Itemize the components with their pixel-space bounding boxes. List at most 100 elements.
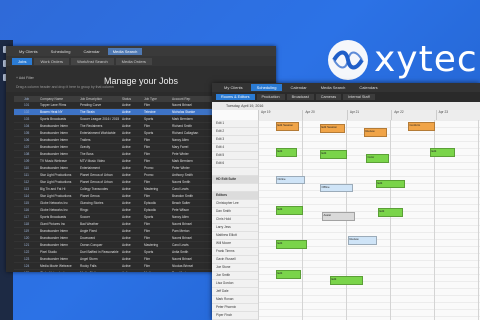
menu-item[interactable]: Calendars — [353, 84, 383, 91]
resource-row[interactable]: Christopher Lee — [212, 200, 258, 208]
menu-item[interactable]: Scheduling — [46, 48, 76, 55]
resource-tab[interactable]: Broadcast — [286, 94, 314, 100]
table-cell: Carol Lewis — [172, 187, 189, 191]
schedule-event[interactable]: Assist — [322, 212, 355, 221]
resource-row[interactable]: Gavin Russell — [212, 256, 258, 264]
resource-row[interactable]: Jon Smith — [212, 272, 258, 280]
table-cell: Film — [144, 257, 151, 261]
menu-item[interactable]: Calendar — [78, 48, 104, 55]
table-cell: 124 — [24, 264, 30, 268]
resource-tab[interactable]: Cameras — [315, 94, 342, 100]
table-cell: Film — [144, 103, 151, 107]
resource-tab[interactable]: Internal Staff — [343, 94, 375, 100]
table-cell: Active — [122, 257, 131, 261]
column-header[interactable]: Job Type — [144, 97, 172, 101]
top-menu: My Clients Scheduling Calendar Media Search… — [212, 83, 480, 92]
resource-row[interactable]: Will Moore — [212, 240, 258, 248]
resource-row[interactable]: Edit 6 — [212, 160, 258, 168]
column-header[interactable]: Company Name — [40, 97, 80, 101]
schedule-event[interactable]: Review — [364, 128, 387, 137]
table-cell: Peter Winter — [172, 166, 190, 170]
resource-row[interactable]: Larry Jess — [212, 224, 258, 232]
resource-row[interactable]: Dan Smith — [212, 208, 258, 216]
resource-row[interactable]: HD Edit Suite — [212, 176, 258, 184]
schedule-event[interactable]: Edit Session — [276, 122, 299, 131]
table-cell: Film — [144, 236, 151, 240]
table-cell: 113 — [24, 187, 30, 191]
schedule-grid[interactable]: Edit Session Edit Session Review Conform Edi… — [258, 120, 480, 320]
table-cell: Sports — [144, 250, 154, 254]
schedule-event[interactable]: Edit — [330, 276, 363, 285]
resource-row[interactable]: Edit 5 — [212, 152, 258, 160]
schedule-event[interactable]: Edit — [276, 270, 301, 279]
menu-item[interactable]: Media Search — [107, 47, 143, 55]
schedule-event[interactable]: Edit — [378, 208, 403, 217]
schedule-event[interactable]: Offline — [320, 184, 353, 192]
menu-item[interactable]: My Clients — [14, 48, 43, 55]
table-cell: Gravity — [80, 145, 91, 149]
column-header[interactable]: Status — [122, 97, 144, 101]
resource-row[interactable]: Matthew Elliott — [212, 232, 258, 240]
resource-row[interactable]: Edit 3 — [212, 136, 258, 144]
table-cell: Pam Merton — [172, 271, 212, 272]
table-cell: Film — [144, 180, 151, 184]
tab[interactable]: Work/Inst Search — [71, 57, 114, 65]
resource-tabs: Rooms & Editors Production Broadcast Camera… — [212, 92, 480, 102]
schedule-event[interactable]: Online — [276, 176, 305, 184]
table-cell: Active — [122, 180, 131, 184]
table-cell: Sports — [144, 117, 154, 121]
resource-row[interactable]: Editors — [212, 192, 258, 200]
schedule-event[interactable]: Edit — [376, 180, 405, 188]
table-cell: Bad Weather — [80, 222, 99, 226]
table-cell: Active — [122, 187, 131, 191]
resource-row[interactable]: Lisa Gordon — [212, 280, 258, 288]
resource-row[interactable]: Mark Ronan — [212, 296, 258, 304]
schedule-event[interactable]: Conform — [408, 122, 435, 131]
table-cell: Angel Storm — [80, 257, 98, 261]
schedule-event[interactable]: Edit — [430, 148, 455, 157]
schedule-event[interactable]: Edit — [276, 240, 307, 249]
resource-row[interactable]: Frank Timms — [212, 248, 258, 256]
tab[interactable]: Media Orders — [115, 57, 152, 65]
menu-item[interactable]: Scheduling — [250, 84, 283, 91]
resource-row[interactable]: Edit 4 — [212, 144, 258, 152]
table-cell: Trailers — [80, 138, 91, 142]
column-header[interactable]: Account Rep — [172, 97, 212, 101]
resource-tab[interactable]: Production — [256, 94, 285, 100]
column-header[interactable]: Job — [24, 97, 40, 101]
schedule-event[interactable]: Edit — [320, 150, 347, 159]
menu-item[interactable]: Media Search — [315, 84, 352, 91]
table-cell: 102 — [24, 110, 30, 114]
table-cell: Star Light Productions — [40, 173, 72, 177]
table-cell: Active — [122, 264, 131, 268]
resource-row[interactable]: Piper Finch — [212, 312, 258, 320]
column-header[interactable]: Job Description — [80, 97, 122, 101]
menu-item[interactable]: Calendar — [284, 84, 312, 91]
resource-row[interactable]: Chris Hold — [212, 216, 258, 224]
schedule-event[interactable]: Review — [348, 236, 377, 245]
tab[interactable]: Work Orders — [34, 57, 70, 65]
logo-mark-icon — [328, 40, 368, 80]
resource-tab[interactable]: Rooms & Editors — [216, 94, 255, 100]
table-cell: Active — [122, 173, 131, 177]
resource-row[interactable] — [212, 184, 258, 192]
menu-item[interactable]: My Clients — [218, 84, 249, 91]
schedule-event[interactable]: Edit — [276, 148, 297, 157]
table-cell: Ocean Conquer — [80, 243, 103, 247]
table-cell: Soccer — [80, 215, 90, 219]
schedule-event[interactable]: Color — [366, 154, 389, 163]
resource-row[interactable]: Jeff Dale — [212, 288, 258, 296]
add-filter-button[interactable]: + Add Filter — [16, 76, 34, 80]
day-label: Apr 20 — [302, 110, 346, 120]
resource-row[interactable]: Peter Phoenix — [212, 304, 258, 312]
resource-row[interactable]: Edit 2 — [212, 128, 258, 136]
resource-row[interactable]: Joe Stone — [212, 264, 258, 272]
schedule-event[interactable]: Edit — [276, 206, 303, 215]
table-cell: Film — [144, 124, 151, 128]
day-label: Apr 19 — [258, 110, 302, 120]
schedule-event[interactable]: Edit Session — [320, 124, 345, 133]
resource-row[interactable]: Edit 1 — [212, 120, 258, 128]
tab[interactable]: Jobs — [12, 57, 33, 65]
resource-row[interactable] — [212, 168, 258, 176]
table-cell: Active — [122, 110, 131, 114]
